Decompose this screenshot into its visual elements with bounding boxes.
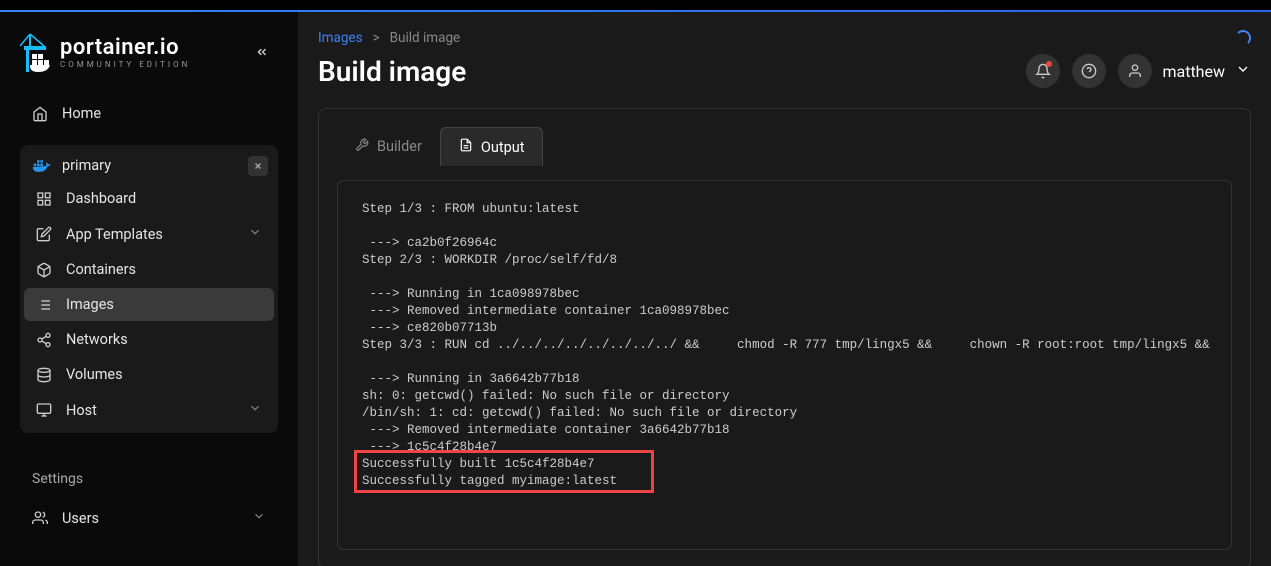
user-menu[interactable]: matthew	[1118, 54, 1251, 88]
edit-icon	[36, 226, 52, 242]
box-icon	[36, 262, 52, 278]
settings-section-label: Settings	[20, 463, 278, 495]
nav-label: Networks	[66, 331, 128, 348]
page-title: Build image	[318, 55, 466, 88]
list-icon	[36, 297, 52, 313]
home-icon	[32, 106, 48, 122]
logo-name: portainer.io	[60, 35, 190, 60]
database-icon	[36, 367, 52, 383]
nav-label: Host	[66, 402, 97, 419]
chevron-down-icon	[248, 225, 262, 243]
nav-app-templates[interactable]: App Templates	[24, 217, 274, 251]
breadcrumb-current: Build image	[390, 30, 461, 46]
environment-close-button[interactable]	[248, 156, 268, 176]
nav-users[interactable]: Users	[20, 501, 278, 535]
environment-name: primary	[62, 157, 111, 174]
main-content: Images > Build image Build image matthew	[298, 12, 1271, 566]
chevron-down-icon	[1235, 61, 1251, 81]
notification-dot-icon	[1046, 61, 1052, 67]
breadcrumb: Images > Build image	[318, 30, 1251, 46]
loading-spinner-icon	[1235, 30, 1251, 46]
server-icon	[36, 402, 52, 418]
nav-dashboard[interactable]: Dashboard	[24, 182, 274, 215]
nav-label: Containers	[66, 261, 136, 278]
output-console[interactable]: Step 1/3 : FROM ubuntu:latest ---> ca2b0…	[337, 180, 1232, 550]
logo-edition: COMMUNITY EDITION	[60, 60, 190, 69]
content-panel: Builder Output Step 1/3 : FROM ubuntu:la…	[318, 108, 1251, 566]
nav-label: Home	[62, 105, 101, 122]
environment-box: primary Dashboard App Templates Conta	[20, 145, 278, 433]
tabs: Builder Output	[337, 127, 1232, 166]
tab-label: Output	[481, 139, 525, 156]
nav-label: App Templates	[66, 226, 163, 243]
sidebar: portainer.io COMMUNITY EDITION Home prim…	[0, 12, 298, 566]
logo[interactable]: portainer.io COMMUNITY EDITION	[20, 32, 190, 72]
tab-builder[interactable]: Builder	[337, 127, 440, 166]
share-icon	[36, 332, 52, 348]
portainer-logo-icon	[20, 32, 52, 72]
chevron-down-icon	[248, 401, 262, 419]
chevron-down-icon	[252, 509, 266, 527]
environment-header[interactable]: primary	[24, 149, 274, 182]
nav-label: Users	[62, 510, 99, 527]
output-text: Step 1/3 : FROM ubuntu:latest ---> ca2b0…	[362, 201, 1207, 490]
nav-images[interactable]: Images	[24, 288, 274, 321]
dashboard-icon	[36, 191, 52, 207]
breadcrumb-separator: >	[373, 30, 380, 46]
nav-label: Images	[66, 296, 114, 313]
wrench-icon	[355, 138, 369, 156]
user-avatar-icon	[1118, 54, 1152, 88]
nav-networks[interactable]: Networks	[24, 323, 274, 356]
nav-label: Volumes	[66, 366, 123, 383]
docker-icon	[34, 158, 50, 174]
nav-volumes[interactable]: Volumes	[24, 358, 274, 391]
username: matthew	[1162, 62, 1225, 81]
file-icon	[459, 138, 473, 156]
nav-host[interactable]: Host	[24, 393, 274, 427]
notifications-button[interactable]	[1026, 54, 1060, 88]
users-icon	[32, 510, 48, 526]
tab-label: Builder	[377, 138, 422, 155]
tab-output[interactable]: Output	[440, 127, 544, 166]
breadcrumb-link-images[interactable]: Images	[318, 30, 363, 46]
nav-label: Dashboard	[66, 190, 136, 207]
sidebar-collapse-button[interactable]	[246, 36, 278, 68]
nav-containers[interactable]: Containers	[24, 253, 274, 286]
nav-home[interactable]: Home	[20, 97, 278, 130]
help-button[interactable]	[1072, 54, 1106, 88]
